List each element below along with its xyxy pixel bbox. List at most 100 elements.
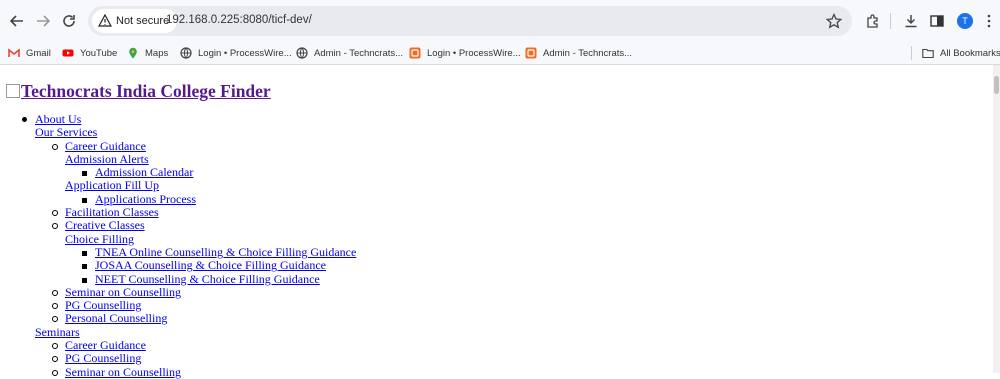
all-bookmarks-label: All Bookmarks <box>940 47 1000 59</box>
bookmark-label: Gmail <box>26 47 51 59</box>
bullet <box>52 143 58 150</box>
bookmark-gmail[interactable]: Gmail <box>8 45 51 61</box>
submenu-link-choice-filling[interactable]: Choice Filling <box>65 232 134 246</box>
processwire-icon <box>525 47 537 59</box>
forward-button[interactable] <box>31 9 55 33</box>
menu-link-our-services[interactable]: Our Services <box>35 125 97 139</box>
url-text[interactable]: 192.168.0.225:8080/ticf-dev/ <box>166 14 312 26</box>
arrow-right-icon <box>37 15 51 27</box>
bookmark-admin-techncrats-1[interactable]: Admin - Techncrats... <box>296 45 403 61</box>
subsubmenu-item: JOSAA Counselling & Choice Filling Guida… <box>0 259 356 272</box>
processwire-icon <box>409 47 421 59</box>
submenu-link-admission-alerts[interactable]: Admission Alerts <box>65 152 149 166</box>
bookmark-label: Maps <box>145 47 169 59</box>
security-chip[interactable]: Not secure <box>92 9 178 33</box>
submenu-item: Choice Filling TNEA Online Counselling &… <box>0 232 356 286</box>
bullet <box>52 343 58 350</box>
reload-icon <box>63 15 75 27</box>
submenu-link-personal-counselling[interactable]: Personal Counselling <box>65 311 167 325</box>
bullet <box>52 289 58 296</box>
menu-item: Seminars Career Guidance PG Counselling … <box>0 325 356 379</box>
kebab-menu-icon <box>987 14 991 28</box>
submenu-item: Career Guidance <box>0 338 356 352</box>
side-panel-icon <box>930 15 944 27</box>
security-label: Not secure <box>116 15 170 27</box>
main-menu: About Us Our Services Career Guidance Ad… <box>0 112 356 379</box>
submenu-link-neet[interactable]: NEET Counselling & Choice Filling Guidan… <box>95 272 320 286</box>
submenu-link-seminar-on-counselling-2[interactable]: Seminar on Counselling <box>65 365 181 379</box>
bookmark-admin-techncrats-2[interactable]: Admin - Techncrats... <box>525 45 632 61</box>
bookmark-maps[interactable]: Maps <box>127 45 168 61</box>
arrow-left-icon <box>9 15 23 27</box>
globe-icon <box>180 47 192 59</box>
puzzle-icon <box>867 14 878 28</box>
submenu-link-applications-process[interactable]: Applications Process <box>95 192 196 206</box>
submenu-link-josaa[interactable]: JOSAA Counselling & Choice Filling Guida… <box>95 258 326 272</box>
submenu-item: Facilitation Classes <box>0 205 356 219</box>
star-icon[interactable] <box>826 13 842 29</box>
submenu-link-seminar-career-guidance[interactable]: Career Guidance <box>65 338 146 352</box>
page-scrollbar[interactable] <box>993 65 1000 373</box>
bullet <box>52 303 58 310</box>
all-bookmarks-button[interactable]: All Bookmarks <box>922 45 1000 61</box>
bookmark-processwire-login-1[interactable]: Login • ProcessWire... <box>180 45 292 61</box>
submenu-link-tnea[interactable]: TNEA Online Counselling & Choice Filling… <box>95 245 356 259</box>
submenu-item: PG Counselling <box>0 352 356 365</box>
back-button[interactable] <box>5 9 29 33</box>
address-bar[interactable]: Not secure 192.168.0.225:8080/ticf-dev/ <box>88 6 852 36</box>
site-logo-link[interactable]: Technocrats India College Finder <box>6 81 271 101</box>
menu-item: Our Services Career Guidance Admission A… <box>0 126 356 325</box>
submenu-link-application-fill-up[interactable]: Application Fill Up <box>65 178 159 192</box>
menu-link-seminars[interactable]: Seminars <box>35 325 80 339</box>
bullet <box>52 210 58 217</box>
bookmark-label: YouTube <box>80 47 118 59</box>
site-logo-alt-text: Technocrats India College Finder <box>21 81 271 101</box>
submenu-link-seminar-pg-counselling[interactable]: PG Counselling <box>65 351 141 365</box>
submenu-item: Personal Counselling <box>0 312 356 325</box>
bookmark-label: Login • ProcessWire... <box>198 47 292 59</box>
bullet <box>52 223 58 230</box>
submenu-link-facilitation-classes[interactable]: Facilitation Classes <box>65 205 159 219</box>
menu-link-about[interactable]: About Us <box>35 112 81 126</box>
bookmark-youtube[interactable]: YouTube <box>62 45 117 61</box>
side-panel-button[interactable] <box>928 12 946 30</box>
bullet <box>82 197 87 203</box>
bookmark-label: Admin - Techncrats... <box>314 47 404 59</box>
scrollbar-thumb[interactable] <box>994 76 999 94</box>
bookmark-label: Login • ProcessWire... <box>427 47 521 59</box>
submenu-link-seminar-on-counselling[interactable]: Seminar on Counselling <box>65 285 181 299</box>
subsubmenu-item: TNEA Online Counselling & Choice Filling… <box>0 245 356 259</box>
globe-icon <box>296 47 308 59</box>
bullet <box>52 316 58 323</box>
browser-toolbar: Not secure 192.168.0.225:8080/ticf-dev/ … <box>0 0 1000 42</box>
gmail-icon <box>8 48 20 57</box>
submenu-item: PG Counselling <box>0 299 356 312</box>
bullet <box>82 277 87 283</box>
maps-icon <box>129 47 137 59</box>
bullet <box>22 117 27 122</box>
submenu-item: Seminar on Counselling <box>0 365 356 379</box>
subsubmenu-item: NEET Counselling & Choice Filling Guidan… <box>0 272 356 286</box>
bullet <box>82 171 87 177</box>
bookmark-processwire-login-2[interactable]: Login • ProcessWire... <box>409 45 521 61</box>
bookmark-label: Admin - Techncrats... <box>543 47 633 59</box>
profile-avatar[interactable]: T <box>957 13 973 29</box>
toolbar-divider <box>890 13 891 29</box>
submenu-item: Creative Classes <box>0 219 356 232</box>
youtube-icon <box>62 49 74 57</box>
menu-button[interactable] <box>980 12 998 30</box>
downloads-button[interactable] <box>902 12 920 30</box>
bullet <box>82 264 87 270</box>
submenu-link-career-guidance[interactable]: Career Guidance <box>65 139 146 153</box>
download-icon <box>905 15 917 28</box>
subsubmenu-item: Admission Calendar <box>0 166 356 179</box>
extensions-button[interactable] <box>864 12 882 30</box>
submenu-link-creative-classes[interactable]: Creative Classes <box>65 218 145 232</box>
bookmarks-divider <box>911 46 912 60</box>
broken-image-icon <box>6 84 20 98</box>
submenu-link-pg-counselling[interactable]: PG Counselling <box>65 298 141 312</box>
page-content: Technocrats India College Finder About U… <box>0 65 993 378</box>
subsubmenu-item: Applications Process <box>0 192 356 206</box>
submenu-link-admission-calendar[interactable]: Admission Calendar <box>95 165 193 179</box>
reload-button[interactable] <box>57 9 81 33</box>
